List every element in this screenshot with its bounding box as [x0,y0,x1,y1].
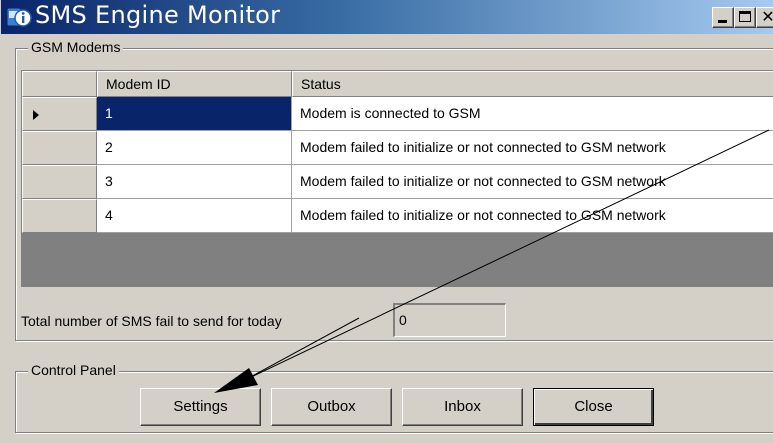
cell-status[interactable]: Modem failed to initialize or not connec… [292,199,773,233]
close-window-button[interactable]: ✕ [756,7,773,28]
cell-modem-id[interactable]: 2 [97,131,292,165]
row-header[interactable] [22,97,97,131]
modems-grid[interactable]: Modem ID Status 1 Modem is connected to … [21,70,773,287]
table-row[interactable]: 1 Modem is connected to GSM [22,97,773,131]
row-header[interactable] [22,165,97,199]
gsm-modems-group-label: GSM Modems [28,39,124,55]
row-header[interactable] [22,131,97,165]
column-header-modem-id[interactable]: Modem ID [97,71,292,97]
cell-status[interactable]: Modem is connected to GSM [292,97,773,131]
table-row[interactable]: 2 Modem failed to initialize or not conn… [22,131,773,165]
cell-status[interactable]: Modem failed to initialize or not connec… [292,165,773,199]
table-row[interactable]: 3 Modem failed to initialize or not conn… [22,165,773,199]
cell-status[interactable]: Modem failed to initialize or not connec… [292,131,773,165]
inbox-button[interactable]: Inbox [402,388,523,426]
close-button[interactable]: Close [533,388,654,426]
row-header[interactable] [22,199,97,233]
minimize-icon [718,20,727,23]
maximize-icon [739,11,751,22]
cell-modem-id[interactable]: 1 [97,97,292,131]
sms-engine-monitor-window: SMS Engine Monitor ✕ GSM Modems Modem ID… [0,0,773,443]
outbox-button[interactable]: Outbox [271,388,392,426]
grid-corner-header [22,71,97,97]
title-bar[interactable]: SMS Engine Monitor ✕ [1,0,773,34]
settings-button[interactable]: Settings [140,388,261,426]
close-icon: ✕ [761,7,773,26]
window-title: SMS Engine Monitor [35,1,281,29]
app-info-icon [6,7,32,27]
current-row-indicator-icon [33,110,39,120]
column-header-status[interactable]: Status [292,71,773,97]
control-panel-group: Control Panel [15,362,773,433]
cell-modem-id[interactable]: 4 [97,199,292,233]
table-row[interactable]: 4 Modem failed to initialize or not conn… [22,199,773,233]
fail-count-field[interactable]: 0 [393,303,506,337]
fail-count-label: Total number of SMS fail to send for tod… [21,313,282,329]
control-panel-group-label: Control Panel [28,362,119,378]
minimize-button[interactable] [712,7,734,28]
cell-modem-id[interactable]: 3 [97,165,292,199]
maximize-button[interactable] [734,7,756,28]
grid-header: Modem ID Status [22,71,773,97]
